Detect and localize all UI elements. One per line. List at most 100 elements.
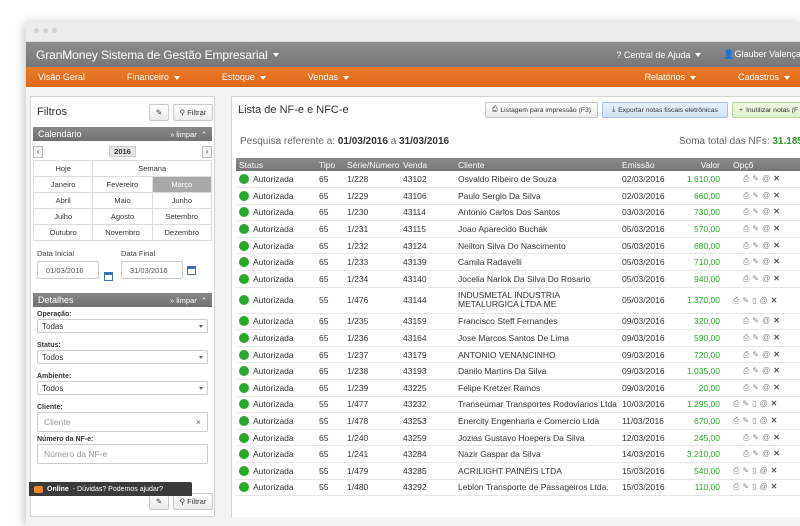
email-icon[interactable]: @ <box>760 466 771 475</box>
cancel-icon[interactable]: ✕ <box>771 296 781 305</box>
month-cell[interactable]: Novembro <box>93 225 153 241</box>
table-row[interactable]: Autorizada 65 1/233 43139 Camila Radavelli 05… <box>236 253 800 272</box>
print-icon[interactable]: ⎙ <box>733 296 742 305</box>
calendar-clear-link[interactable]: » limpar <box>170 130 197 139</box>
chat-widget[interactable]: Online - Dúvidas? Podemos ajudar? <box>29 482 192 496</box>
cancel-icon[interactable]: ✕ <box>773 366 783 375</box>
column-header[interactable]: Cliente <box>455 158 619 171</box>
menu-item-2[interactable]: Estoque <box>212 72 276 82</box>
email-icon[interactable]: @ <box>762 241 773 250</box>
attach-icon[interactable]: ✎ <box>752 241 762 250</box>
file-icon[interactable]: ▯ <box>752 466 759 475</box>
print-icon[interactable]: ⎙ <box>743 241 752 251</box>
column-header[interactable]: Status <box>236 158 316 171</box>
print-list-button[interactable]: ⎙ Listagem para impressão (F3) <box>485 102 598 118</box>
cancel-icon[interactable]: ✕ <box>773 333 783 342</box>
eraser-button[interactable]: ✎ <box>149 104 169 121</box>
table-row[interactable]: Autorizada 65 1/231 43115 Joao Aparecido Buc… <box>236 220 800 238</box>
email-icon[interactable]: @ <box>762 316 773 325</box>
file-icon[interactable]: ▯ <box>752 482 759 491</box>
cancel-icon[interactable]: ✕ <box>773 274 783 283</box>
next-year-button[interactable]: › <box>202 145 212 158</box>
attach-icon[interactable]: ✎ <box>752 224 762 233</box>
chevron-up-icon[interactable]: ⌃ <box>201 130 207 139</box>
attach-icon[interactable]: ✎ <box>752 366 762 375</box>
table-row[interactable]: Autorizada 65 1/230 43114 Antonio Carlos Dos… <box>236 204 800 222</box>
cancel-icon[interactable]: ✕ <box>773 224 783 233</box>
cancel-icon[interactable]: ✕ <box>773 449 783 458</box>
month-cell[interactable]: Março <box>152 177 212 193</box>
print-icon[interactable]: ⎙ <box>743 174 752 184</box>
print-icon[interactable]: ⎙ <box>733 466 742 476</box>
attach-icon[interactable]: ✎ <box>752 433 762 442</box>
print-icon[interactable]: ⎙ <box>743 257 752 267</box>
prev-year-button[interactable]: ‹ <box>33 145 43 158</box>
column-header[interactable]: Série/Número <box>344 158 400 171</box>
cancel-icon[interactable]: ✕ <box>773 207 783 216</box>
cancel-icon[interactable]: ✕ <box>773 350 783 359</box>
email-icon[interactable]: @ <box>760 296 771 305</box>
email-icon[interactable]: @ <box>762 333 773 342</box>
print-icon[interactable]: ⎙ <box>743 449 752 459</box>
cancel-icon[interactable]: ✕ <box>771 482 781 491</box>
table-row[interactable]: Autorizada 55 1/477 43232 Transeumar Transpo… <box>236 396 800 414</box>
attach-icon[interactable]: ✎ <box>752 257 762 266</box>
email-icon[interactable]: @ <box>762 224 773 233</box>
print-icon[interactable]: ⎙ <box>733 416 742 426</box>
column-header[interactable]: Venda <box>400 158 455 171</box>
start-date-field[interactable]: 01/03/2016 <box>37 261 99 279</box>
calendar-section-header[interactable]: Calendário » limpar ⌃ <box>33 127 212 141</box>
print-icon[interactable]: ⎙ <box>743 383 752 393</box>
print-icon[interactable]: ⎙ <box>743 433 752 443</box>
table-row[interactable]: Autorizada 55 1/478 43253 Enercity Engenhari… <box>236 412 800 430</box>
email-icon[interactable]: @ <box>762 350 773 359</box>
menu-item-right-0[interactable]: Relatórios <box>634 72 706 82</box>
attach-icon[interactable]: ✎ <box>752 191 762 200</box>
print-icon[interactable]: ⎙ <box>743 224 752 234</box>
file-icon[interactable]: ▯ <box>752 416 759 425</box>
email-icon[interactable]: @ <box>762 383 773 392</box>
table-row[interactable]: Autorizada 65 1/240 43259 Jozias Gustavo Hoe… <box>236 429 800 447</box>
calendar-icon[interactable] <box>104 272 113 281</box>
menu-item-1[interactable]: Financeiro <box>117 72 190 82</box>
print-icon[interactable]: ⎙ <box>733 482 742 492</box>
table-row[interactable]: Autorizada 65 1/234 43140 Jocelia Narlok Da … <box>236 270 800 288</box>
email-icon[interactable]: @ <box>762 174 773 183</box>
print-icon[interactable]: ⎙ <box>733 399 742 409</box>
month-cell[interactable]: Janeiro <box>34 177 94 193</box>
table-row[interactable]: Autorizada 55 1/479 43285 ACRILIGHT PAINÉIS … <box>236 462 800 480</box>
table-row[interactable]: Autorizada 65 1/236 43164 Jose Marcos Santos… <box>236 329 800 347</box>
table-row[interactable]: Autorizada 65 1/232 43124 Neilton Silva Do N… <box>236 237 800 255</box>
operacao-select[interactable]: Todas <box>37 319 208 333</box>
details-clear-link[interactable]: » limpar <box>170 296 197 305</box>
menu-item-0[interactable]: Visão Geral <box>28 72 95 82</box>
table-row[interactable]: Autorizada 65 1/228 43102 Osvaldo Ribeiro de… <box>236 171 800 189</box>
cancel-icon[interactable]: ✕ <box>773 191 783 200</box>
cancel-icon[interactable]: ✕ <box>771 466 781 475</box>
cancel-icon[interactable]: ✕ <box>771 399 781 408</box>
month-cell[interactable]: Setembro <box>152 209 212 225</box>
details-section-header[interactable]: Detalhes » limpar ⌃ <box>33 293 212 307</box>
attach-icon[interactable]: ✎ <box>752 333 762 342</box>
attach-icon[interactable]: ✎ <box>752 350 762 359</box>
user-menu[interactable]: 👤Glauber Valença <box>723 49 800 60</box>
cancel-icon[interactable]: ✕ <box>773 433 783 442</box>
print-icon[interactable]: ⎙ <box>743 191 752 201</box>
cancel-icon[interactable]: ✕ <box>773 174 783 183</box>
calendar-icon[interactable] <box>187 265 196 275</box>
quick-today[interactable]: Hoje <box>34 161 94 177</box>
print-icon[interactable]: ⎙ <box>743 333 752 343</box>
month-cell[interactable]: Fevereiro <box>93 177 153 193</box>
attach-icon[interactable]: ✎ <box>742 482 752 491</box>
month-cell[interactable]: Maio <box>93 193 153 209</box>
email-icon[interactable]: @ <box>762 257 773 266</box>
cliente-input[interactable]: Cliente × <box>37 412 208 432</box>
export-button[interactable]: ⤓ Exportar notas fiscais eletrônicas <box>602 102 728 118</box>
attach-icon[interactable]: ✎ <box>752 449 762 458</box>
email-icon[interactable]: @ <box>760 416 771 425</box>
clear-icon[interactable]: × <box>196 417 201 427</box>
menu-item-3[interactable]: Vendas <box>298 72 359 82</box>
column-header[interactable]: Tipo <box>316 158 344 171</box>
column-header[interactable]: Valor <box>674 158 730 171</box>
table-row[interactable]: Autorizada 65 1/229 43106 Paulo Sergio Da Si… <box>236 187 800 205</box>
